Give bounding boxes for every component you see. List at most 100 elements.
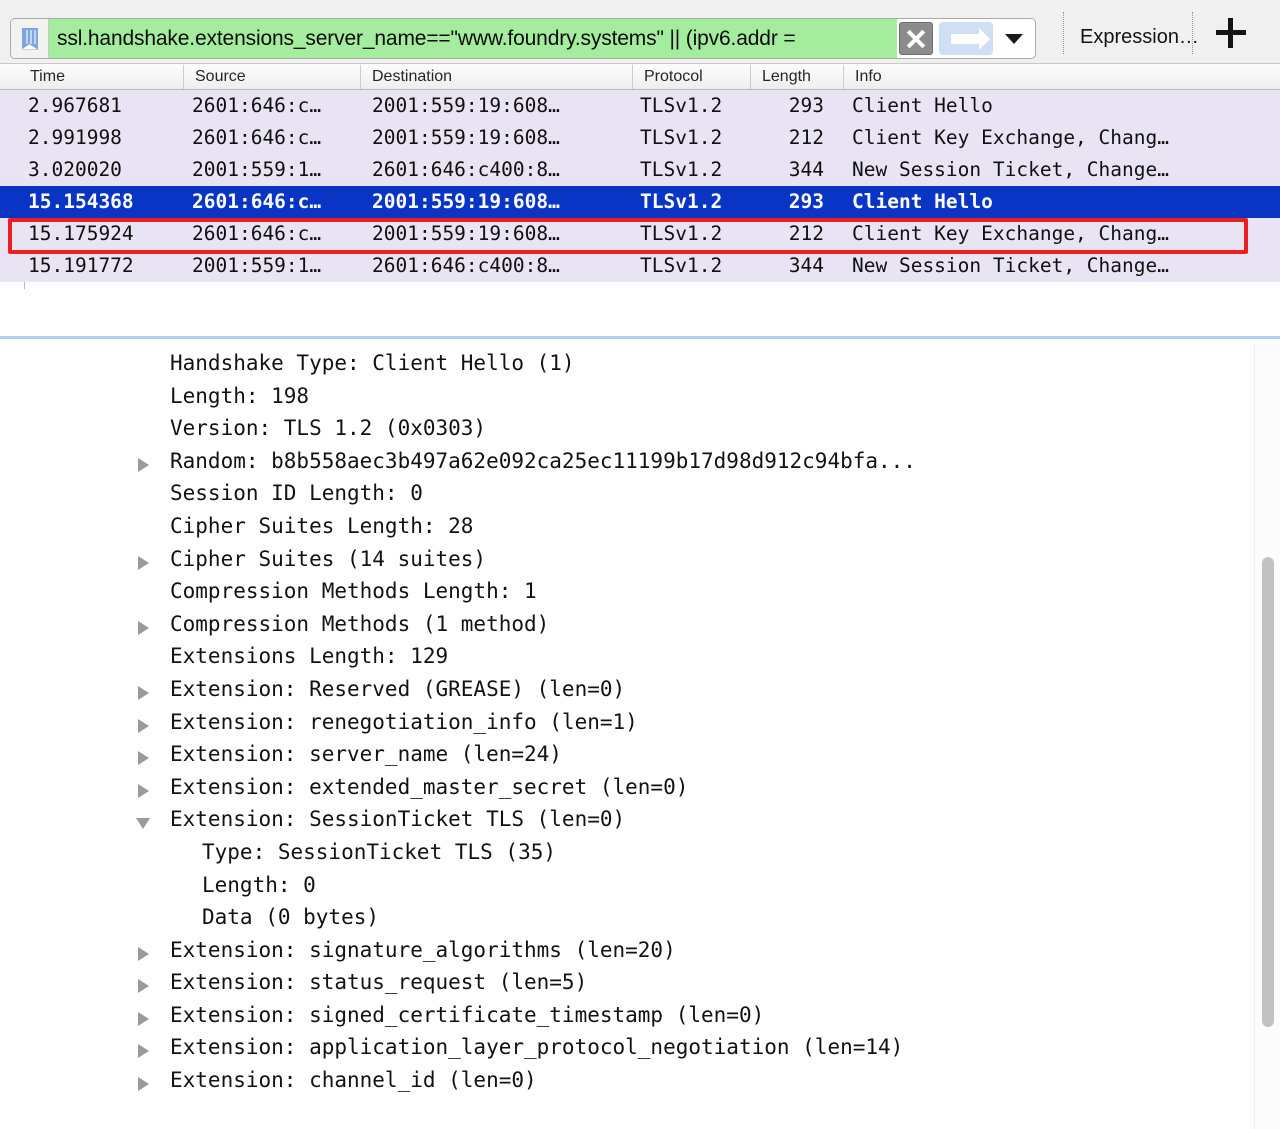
packet-cell-info: New Session Ticket, Change… bbox=[852, 158, 1169, 181]
packet-cell-info: Client Key Exchange, Chang… bbox=[852, 126, 1169, 149]
triangle-collapsed-icon[interactable] bbox=[138, 1044, 149, 1058]
packet-cell-protocol: TLSv1.2 bbox=[640, 94, 722, 117]
table-row[interactable]: 3.020020 2001:559:1… 2601:646:c400:8… TLSv1… bbox=[0, 154, 1280, 186]
table-row[interactable]: 15.1759242601:646:c…2001:559:19:608…TLSv… bbox=[0, 218, 1280, 250]
triangle-collapsed-icon[interactable] bbox=[138, 947, 149, 961]
display-filter-input[interactable]: ssl.handshake.extensions_server_name=="w… bbox=[49, 19, 897, 58]
tree-item-label: Extension: extended_master_secret (len=0… bbox=[170, 775, 688, 799]
filter-action-buttons bbox=[897, 19, 1035, 58]
display-filter-box[interactable]: ssl.handshake.extensions_server_name=="w… bbox=[10, 18, 1036, 59]
packet-cell-protocol: TLSv1.2 bbox=[640, 126, 722, 149]
bookmark-icon bbox=[22, 28, 38, 50]
packet-cell-source: 2601:646:c… bbox=[192, 190, 321, 213]
triangle-collapsed-icon[interactable] bbox=[138, 1012, 149, 1026]
clear-x-icon[interactable] bbox=[899, 22, 933, 55]
triangle-collapsed-icon[interactable] bbox=[138, 1077, 149, 1091]
column-header-destination[interactable]: Destination bbox=[372, 68, 452, 86]
tree-item-label: Session ID Length: 0 bbox=[170, 481, 423, 505]
packet-cell-destination: 2601:646:c400:8… bbox=[372, 254, 560, 277]
filter-bookmark-button[interactable] bbox=[11, 19, 49, 58]
tree-item[interactable]: Length: 198 bbox=[0, 382, 1243, 415]
tree-item-label: Extension: SessionTicket TLS (len=0) bbox=[170, 807, 625, 831]
table-row[interactable]: 2.9676812601:646:c…2001:559:19:608…TLSv1… bbox=[0, 90, 1280, 122]
tree-item[interactable]: Extension: Reserved (GREASE) (len=0) bbox=[0, 675, 1243, 708]
tree-item[interactable]: Compression Methods Length: 1 bbox=[0, 577, 1243, 610]
packet-cell-time: 15.191772 bbox=[28, 254, 134, 277]
packet-cell-source: 2001:559:1… bbox=[192, 158, 321, 181]
packet-cell-info: Client Hello bbox=[852, 94, 993, 117]
tree-item-label: Compression Methods Length: 1 bbox=[170, 579, 537, 603]
tree-item[interactable]: Extension: extended_master_secret (len=0… bbox=[0, 773, 1243, 806]
triangle-collapsed-icon[interactable] bbox=[138, 979, 149, 993]
filter-toolbar: ssl.handshake.extensions_server_name=="w… bbox=[0, 0, 1280, 64]
column-header-time[interactable]: Time bbox=[30, 68, 65, 86]
column-header-length[interactable]: Length bbox=[762, 68, 811, 86]
packet-detail-scroll-area[interactable]: Handshake Type: Client Hello (1) Length: … bbox=[0, 339, 1243, 1129]
packet-list-rows[interactable]: 2.9676812601:646:c…2001:559:19:608…TLSv1… bbox=[0, 90, 1280, 282]
packet-list-pane: TimeSourceDestinationProtocolLengthInfo … bbox=[0, 64, 1280, 291]
packet-cell-destination: 2001:559:19:608… bbox=[372, 222, 560, 245]
triangle-expanded-icon[interactable] bbox=[136, 818, 150, 829]
packet-cell-time: 15.154368 bbox=[28, 190, 134, 213]
tree-item[interactable]: Extension: signed_certificate_timestamp … bbox=[0, 1001, 1243, 1034]
triangle-collapsed-icon[interactable] bbox=[138, 686, 149, 700]
packet-cell-protocol: TLSv1.2 bbox=[640, 222, 722, 245]
packet-cell-length: 344 bbox=[758, 254, 824, 277]
tree-item[interactable]: Extension: status_request (len=5) bbox=[0, 968, 1243, 1001]
tree-item[interactable]: Compression Methods (1 method) bbox=[0, 610, 1243, 643]
triangle-collapsed-icon[interactable] bbox=[138, 458, 149, 472]
apply-filter-button[interactable] bbox=[939, 22, 993, 55]
tree-item[interactable]: Cipher Suites (14 suites) bbox=[0, 545, 1243, 578]
tree-item[interactable]: Extension: renegotiation_info (len=1) bbox=[0, 708, 1243, 741]
column-header-protocol[interactable]: Protocol bbox=[644, 68, 703, 86]
packet-cell-time: 3.020020 bbox=[28, 158, 122, 181]
table-row[interactable]: 15.191772 2001:559:1… 2601:646:c400:8… TLSv… bbox=[0, 250, 1280, 282]
packet-cell-source: 2001:559:1… bbox=[192, 254, 321, 277]
tree-item-label: Extensions Length: 129 bbox=[170, 644, 448, 668]
packet-cell-destination: 2001:559:19:608… bbox=[372, 190, 560, 213]
packet-cell-info: Client Key Exchange, Chang… bbox=[852, 222, 1169, 245]
packet-cell-protocol: TLSv1.2 bbox=[640, 158, 722, 181]
triangle-collapsed-icon[interactable] bbox=[138, 621, 149, 635]
table-row[interactable]: 2.9919982601:646:c…2001:559:19:608…TLSv1… bbox=[0, 122, 1280, 154]
detail-pane-scrollbar[interactable] bbox=[1254, 343, 1280, 1129]
packet-cell-source: 2601:646:c… bbox=[192, 126, 321, 149]
tree-item[interactable]: Extensions Length: 129 bbox=[0, 642, 1243, 675]
tree-item[interactable]: Extension: channel_id (len=0) bbox=[0, 1066, 1243, 1099]
column-header-info[interactable]: Info bbox=[855, 68, 882, 86]
packet-list-column-headers[interactable]: Time Source Destination Protocol Length Info bbox=[0, 64, 1280, 90]
packet-cell-time: 2.991998 bbox=[28, 126, 122, 149]
triangle-collapsed-icon[interactable] bbox=[138, 751, 149, 765]
triangle-collapsed-icon[interactable] bbox=[138, 556, 149, 570]
packet-cell-protocol: TLSv1.2 bbox=[640, 254, 722, 277]
packet-cell-destination: 2601:646:c400:8… bbox=[372, 158, 560, 181]
tree-item[interactable]: Random: b8b558aec3b497a62e092ca25ec11199… bbox=[0, 447, 1243, 480]
tree-item[interactable]: Cipher Suites Length: 28 bbox=[0, 512, 1243, 545]
tree-item[interactable]: Extension: SessionTicket TLS (len=0) bbox=[0, 805, 1243, 838]
tree-item[interactable]: Extension: application_layer_protocol_ne… bbox=[0, 1033, 1243, 1066]
tree-item[interactable]: Length: 0 bbox=[0, 871, 1243, 904]
tree-item[interactable]: Extension: signature_algorithms (len=20) bbox=[0, 936, 1243, 969]
tree-item[interactable]: Extension: server_name (len=24) bbox=[0, 740, 1243, 773]
tree-item[interactable]: Handshake Type: Client Hello (1) bbox=[0, 349, 1243, 382]
packet-cell-length: 293 bbox=[758, 190, 824, 213]
tree-item[interactable]: Version: TLS 1.2 (0x0303) bbox=[0, 414, 1243, 447]
tree-item-label: Extension: signed_certificate_timestamp … bbox=[170, 1003, 764, 1027]
expression-button[interactable]: Expression… bbox=[1080, 26, 1199, 49]
tree-item-label: Data (0 bytes) bbox=[202, 905, 379, 929]
tree-item[interactable]: Type: SessionTicket TLS (35) bbox=[0, 838, 1243, 871]
column-header-source[interactable]: Source bbox=[195, 68, 246, 86]
tree-item-label: Handshake Type: Client Hello (1) bbox=[170, 351, 575, 375]
tree-item[interactable]: Session ID Length: 0 bbox=[0, 479, 1243, 512]
triangle-collapsed-icon[interactable] bbox=[138, 784, 149, 798]
tree-item[interactable]: Data (0 bytes) bbox=[0, 903, 1243, 936]
triangle-collapsed-icon[interactable] bbox=[138, 719, 149, 733]
tree-item-label: Extension: application_layer_protocol_ne… bbox=[170, 1035, 903, 1059]
protocol-tree[interactable]: Handshake Type: Client Hello (1) Length: … bbox=[0, 349, 1243, 1099]
plus-icon[interactable] bbox=[1216, 18, 1246, 48]
tree-item-label: Extension: Reserved (GREASE) (len=0) bbox=[170, 677, 625, 701]
table-row[interactable]: 15.1543682601:646:c…2001:559:19:608…TLSv… bbox=[0, 186, 1280, 218]
tree-item-label: Cipher Suites (14 suites) bbox=[170, 547, 486, 571]
filter-history-dropdown-button[interactable] bbox=[997, 22, 1031, 55]
detail-pane-scrollbar-thumb[interactable] bbox=[1262, 557, 1274, 1027]
